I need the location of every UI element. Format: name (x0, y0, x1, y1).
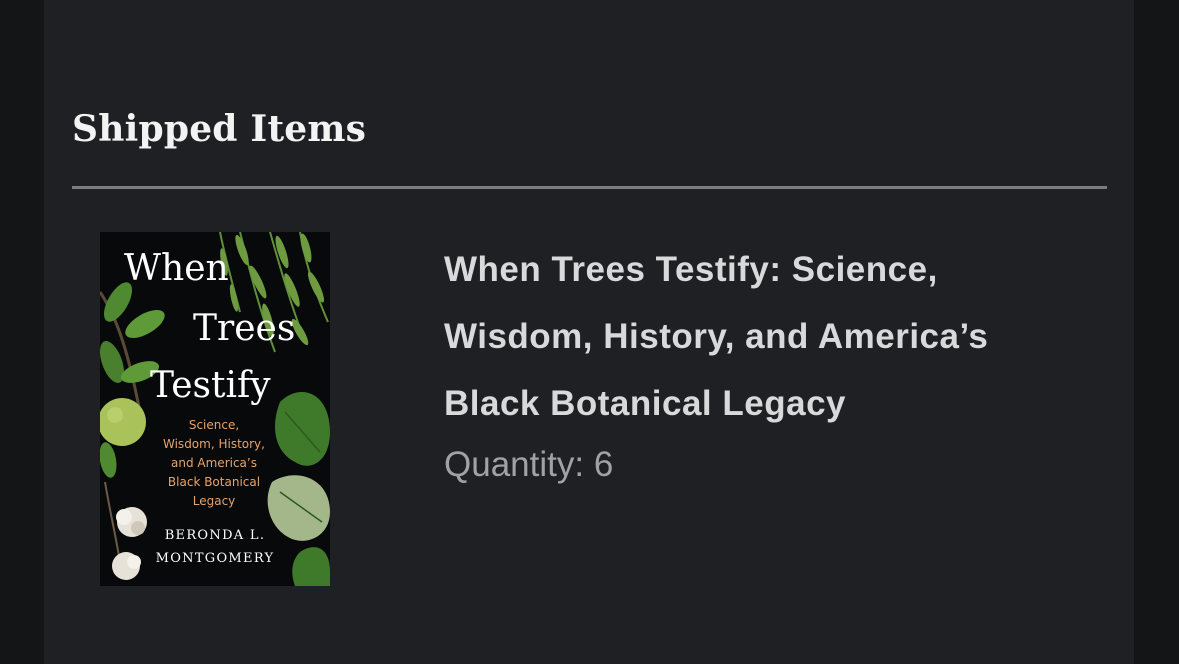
cover-title-line: Trees (193, 308, 296, 349)
cover-title-line: Testify (150, 365, 271, 406)
cover-subtitle-line: Black Botanical (167, 475, 261, 489)
item-title-line: When Trees Testify: Science, (444, 250, 938, 289)
item-quantity: Quantity: 6 (444, 442, 613, 488)
quantity-label: Quantity: (444, 445, 585, 484)
item-title-line: Black Botanical Legacy (444, 384, 846, 423)
quantity-value: 6 (593, 445, 614, 484)
section-title: Shipped Items (72, 108, 367, 150)
cover-author-line: MONTGOMERY (155, 551, 275, 566)
item-title-line: Wisdom, History, and America’s (444, 317, 989, 356)
cover-author: BERONDA L. MONTGOMERY (140, 524, 290, 570)
section-divider (72, 186, 1107, 189)
cover-subtitle: Science, Wisdom, History, and America’s … (138, 416, 290, 511)
cover-author-line: BERONDA L. (164, 528, 266, 543)
book-cover-image[interactable]: When Trees Testify Science, Wisdom, Hist… (100, 232, 330, 586)
shipped-items-card: Shipped Items When Trees Testify Science… (44, 0, 1134, 664)
cover-subtitle-line: Legacy (192, 494, 236, 508)
item-title-link[interactable]: When Trees Testify: Science, Wisdom, His… (444, 236, 1084, 437)
cover-subtitle-line: Science, (188, 418, 240, 432)
page: Shipped Items When Trees Testify Science… (0, 0, 1179, 664)
cover-title-line: When (124, 248, 229, 289)
cover-subtitle-line: Wisdom, History, (163, 437, 265, 451)
cover-subtitle-line: and America’s (171, 456, 257, 470)
